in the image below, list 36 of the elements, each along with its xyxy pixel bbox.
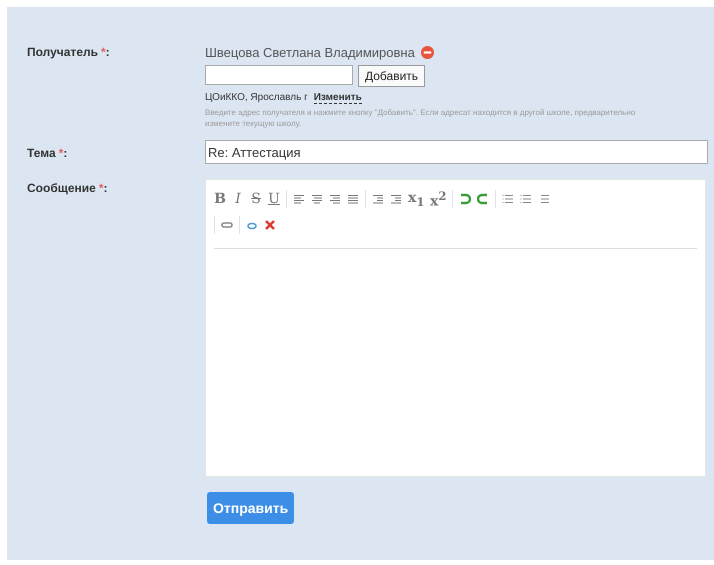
format-button[interactable]: I (232, 191, 244, 207)
colon: : (63, 146, 68, 160)
required-mark: * (58, 146, 64, 160)
field-label: Сообщение (27, 181, 96, 195)
colon: : (106, 45, 110, 59)
align-icon[interactable] (293, 193, 305, 205)
colon: : (104, 181, 108, 195)
script-button[interactable]: x$_{1}$ (408, 190, 424, 208)
change-link[interactable]: Изменить (314, 92, 362, 104)
add-button[interactable]: Добавить (358, 65, 426, 87)
recipient-name: Швецова Светлана Владимировна (205, 44, 415, 60)
format-button[interactable]: B (214, 191, 226, 207)
school-name: ЦОиККО, Ярославль г (205, 92, 308, 104)
subject-input[interactable]: Re: Аттестация (205, 140, 708, 164)
required-mark: * (98, 181, 104, 195)
message-editor[interactable]: B I S U x$_{1}$ x$^{2}$ (205, 179, 706, 477)
remove-icon[interactable] (420, 46, 434, 58)
required-mark: * (101, 45, 106, 59)
list-icon[interactable] (502, 193, 514, 205)
list-icon[interactable] (538, 193, 550, 205)
close-icon[interactable] (264, 219, 276, 231)
list-icon[interactable] (520, 193, 532, 205)
field-label: Тема (27, 146, 56, 160)
align-icon[interactable] (329, 193, 341, 205)
align-icon[interactable] (311, 193, 323, 205)
format-button[interactable]: U (268, 191, 280, 207)
hint-text: Введите адрес получателя и нажмите кнопку "Добавить". Если адресат находится в другой школе, предварительно измените текущую школу. (205, 107, 636, 129)
align-icon[interactable] (347, 193, 359, 205)
script-button[interactable]: x$^{2}$ (430, 188, 446, 210)
indent-icon[interactable] (372, 193, 384, 205)
recipient-input[interactable] (205, 65, 353, 85)
link-icon[interactable] (221, 219, 233, 231)
indent-icon[interactable] (390, 193, 402, 205)
send-button[interactable]: Отправить (207, 492, 294, 524)
field-label: Получатель (27, 45, 98, 59)
format-button[interactable]: S (250, 191, 262, 207)
